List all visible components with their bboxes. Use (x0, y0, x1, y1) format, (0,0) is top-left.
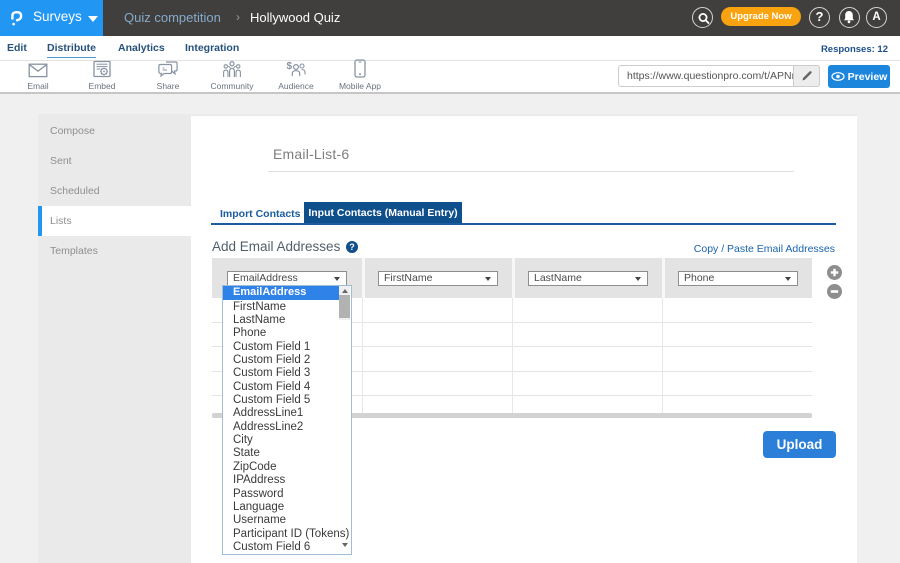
svg-text:$: $ (287, 61, 293, 72)
